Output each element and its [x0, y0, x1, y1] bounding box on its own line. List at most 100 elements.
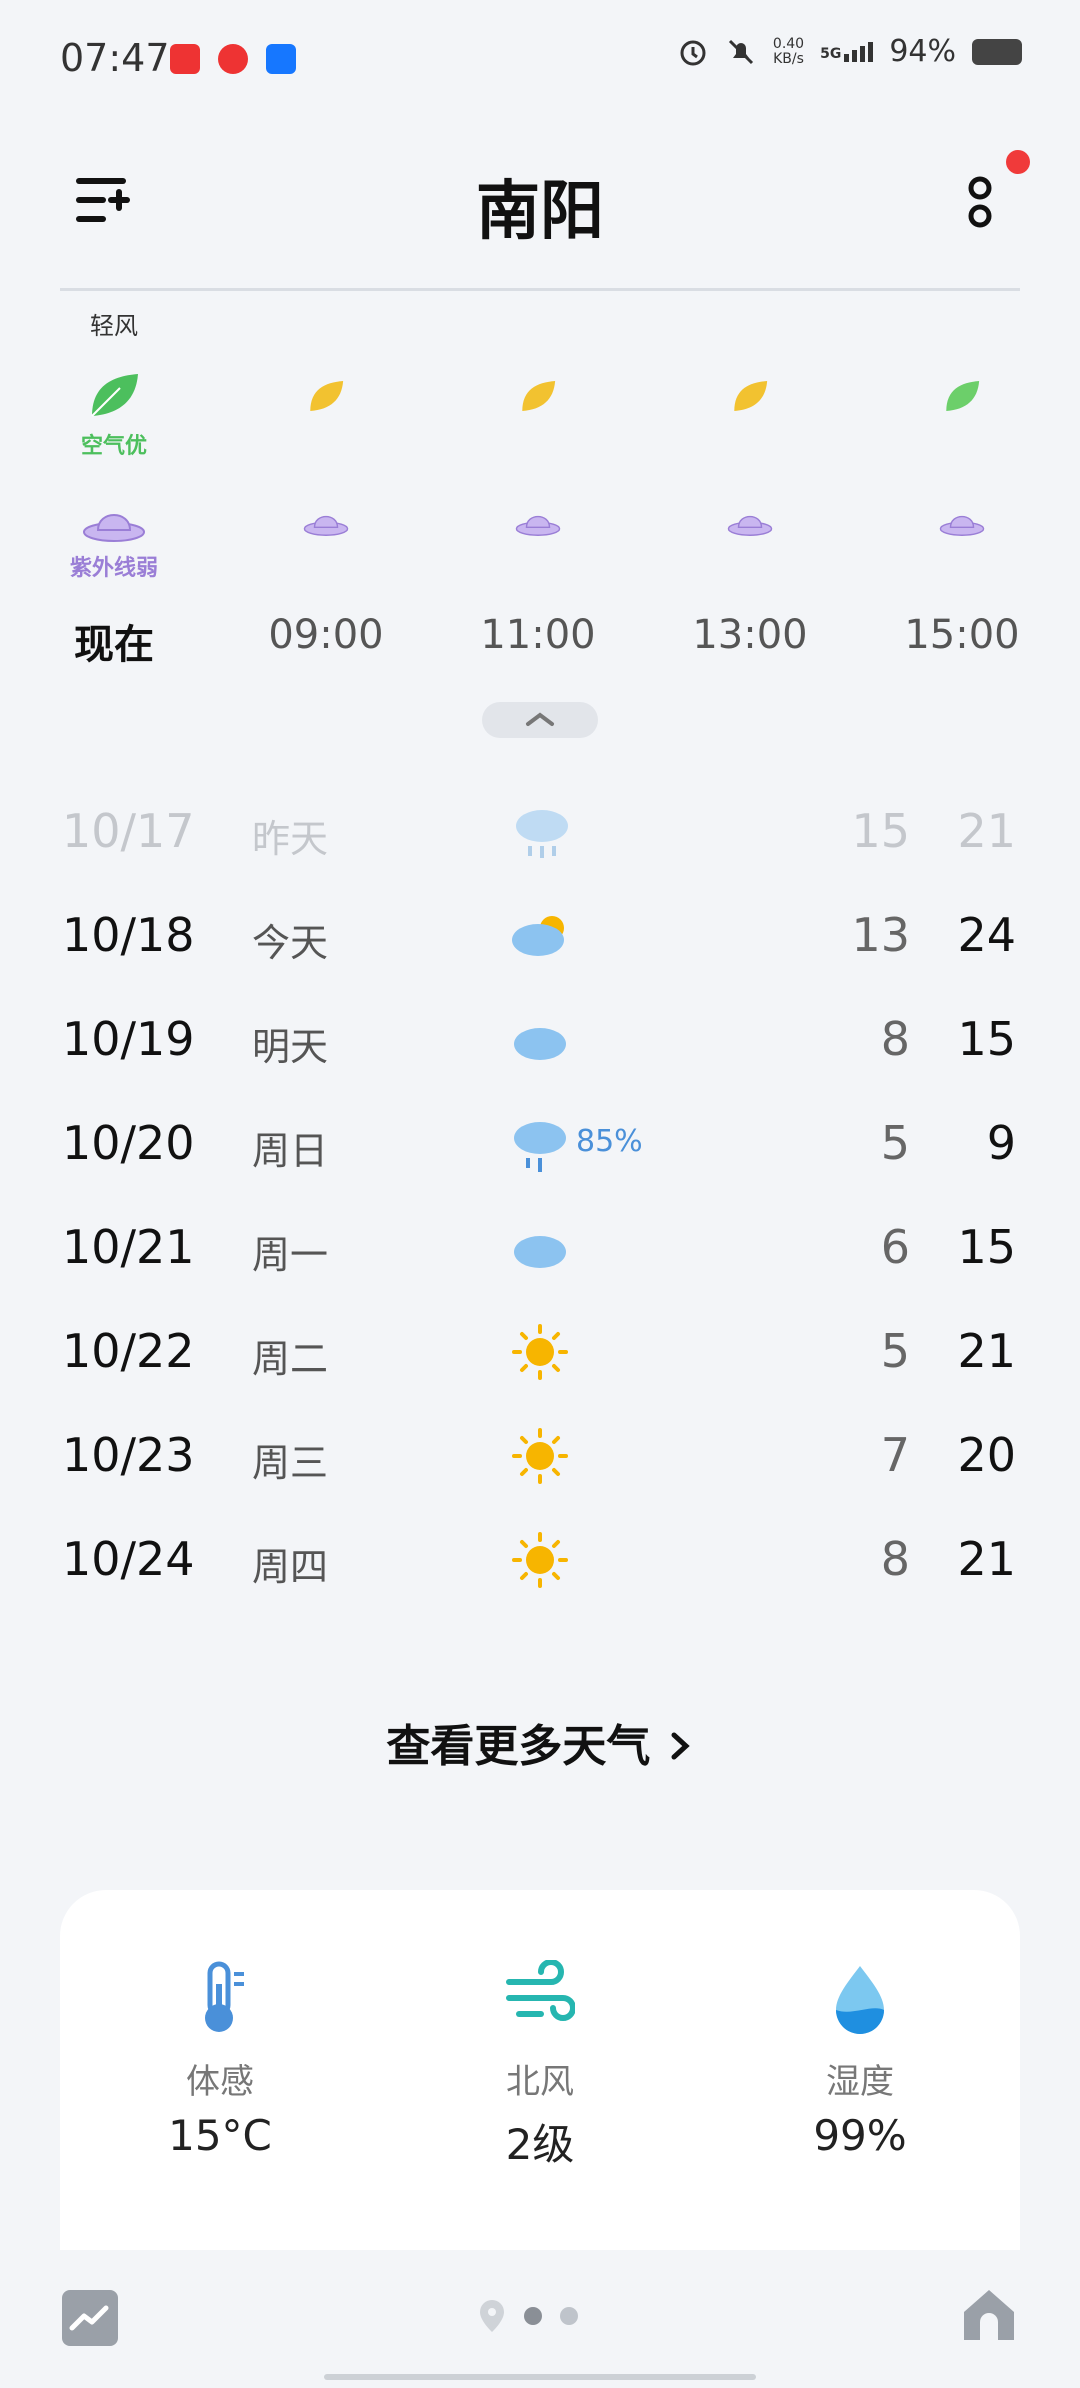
- more-weather-label: 查看更多天气: [386, 1721, 651, 1772]
- hour-label: 09:00: [268, 612, 384, 658]
- more-weather-link[interactable]: 查看更多天气: [0, 1710, 1080, 1774]
- air-quality-1100: [438, 378, 638, 418]
- page-indicator: [478, 2298, 578, 2334]
- rain-cloud-icon: [514, 1122, 566, 1172]
- air-quality-0900: [226, 378, 426, 418]
- wind-level-value: 2级: [505, 2120, 575, 2169]
- forecast-day: 周二: [252, 1337, 329, 1381]
- forecast-low: 5: [880, 1324, 910, 1378]
- page-dot-active: [524, 2307, 542, 2325]
- cloud-icon: [514, 1028, 566, 1060]
- forecast-row[interactable]: 10/23 周三 7 20: [0, 1404, 1080, 1508]
- humidity-metric: 湿度 99%: [710, 1960, 1010, 2160]
- location-pin-icon: [480, 2300, 504, 2332]
- wind-label: 轻风: [90, 312, 138, 340]
- home-icon: [964, 2290, 1014, 2340]
- feels-like-metric: 体感 15°C: [70, 1960, 370, 2160]
- forecast-low: 15: [851, 804, 910, 858]
- forecast-row[interactable]: 10/22 周二 5 21: [0, 1300, 1080, 1404]
- sun-icon: [512, 1428, 568, 1484]
- hat-icon: [303, 515, 349, 536]
- header-divider: [60, 288, 1020, 291]
- battery-percent: 94%: [889, 34, 956, 69]
- trend-button[interactable]: [62, 2290, 118, 2346]
- hour-label: 13:00: [692, 612, 808, 658]
- forecast-low: 7: [880, 1428, 910, 1482]
- uv-1100: [438, 508, 638, 542]
- leaf-icon: [310, 381, 344, 411]
- forecast-high: 24: [957, 908, 1016, 962]
- forecast-row[interactable]: 10/20 周日 85% 5 9: [0, 1092, 1080, 1196]
- status-time: 07:47: [60, 36, 170, 80]
- humidity-label: 湿度: [826, 2062, 894, 2102]
- sun-icon: [512, 1532, 568, 1588]
- more-dots-icon: [968, 176, 992, 228]
- forecast-date: 10/20: [62, 1116, 195, 1170]
- wind-direction-label: 北风: [506, 2062, 574, 2102]
- forecast-date: 10/23: [62, 1428, 195, 1482]
- precipitation-probability: 85%: [576, 1124, 643, 1159]
- mute-bell-icon: [728, 39, 753, 64]
- hat-icon: [727, 515, 773, 536]
- leaf-icon: [946, 381, 980, 411]
- forecast-day: 周四: [252, 1545, 329, 1589]
- signal-icon: 5G: [820, 41, 874, 62]
- city-title: 南阳: [476, 175, 604, 249]
- wind-icon: [506, 1960, 575, 2021]
- status-bar: 07:47 0.40 KB/s 5G 94%: [0, 0, 1080, 120]
- forecast-high: 20: [957, 1428, 1016, 1482]
- forecast-low: 6: [880, 1220, 910, 1274]
- alarm-icon: [680, 40, 706, 65]
- home-button[interactable]: [960, 2286, 1018, 2344]
- chevron-right-icon: [671, 1732, 690, 1760]
- chevron-up-icon: [526, 712, 554, 726]
- forecast-high: 15: [957, 1012, 1016, 1066]
- feels-like-value: 15°C: [168, 2111, 272, 2160]
- uv-label: 紫外线弱: [69, 556, 158, 581]
- air-quality-1500: [862, 378, 1062, 418]
- notification-icons: [170, 44, 296, 74]
- forecast-row[interactable]: 10/21 周一 6 15: [0, 1196, 1080, 1300]
- forecast-row[interactable]: 10/17 昨天 15 21: [0, 780, 1080, 884]
- forecast-date: 10/19: [62, 1012, 195, 1066]
- forecast-low: 8: [880, 1012, 910, 1066]
- forecast-high: 21: [957, 1324, 1016, 1378]
- forecast-low: 8: [880, 1532, 910, 1586]
- gesture-bar[interactable]: [324, 2374, 756, 2380]
- forecast-high: 15: [957, 1220, 1016, 1274]
- trend-chart-icon: [69, 2305, 109, 2331]
- forecast-row[interactable]: 10/19 明天 8 15: [0, 988, 1080, 1092]
- forecast-day: 明天: [252, 1025, 329, 1069]
- more-options-button[interactable]: [960, 170, 1000, 240]
- collapse-handle[interactable]: [482, 702, 598, 738]
- news-app-icon: [218, 44, 248, 74]
- leaf-icon: [522, 381, 556, 411]
- battery-icon: [972, 38, 1022, 65]
- feels-like-label: 体感: [186, 2062, 254, 2102]
- water-drop-icon: [836, 1966, 884, 2034]
- cloud-icon: [514, 1236, 566, 1268]
- partly-cloudy-icon: [512, 916, 564, 956]
- hat-icon: [515, 515, 561, 536]
- forecast-day: 周三: [252, 1441, 329, 1485]
- forecast-high: 9: [986, 1116, 1016, 1170]
- hour-label: 11:00: [480, 612, 596, 658]
- forecast-high: 21: [957, 1532, 1016, 1586]
- page-dot: [560, 2307, 578, 2325]
- forecast-row[interactable]: 10/24 周四 8 21: [0, 1508, 1080, 1612]
- hour-label-now: 现在: [74, 622, 154, 668]
- air-quality-1300: [650, 378, 850, 418]
- air-quality-now: 空气优: [14, 370, 214, 460]
- toutiao-app-icon: [170, 44, 200, 74]
- air-quality-label: 空气优: [80, 434, 147, 459]
- alipay-app-icon: [266, 44, 296, 74]
- forecast-day: 周日: [252, 1129, 329, 1173]
- forecast-row[interactable]: 10/18 今天 13 24: [0, 884, 1080, 988]
- notification-dot: [1006, 150, 1030, 174]
- forecast-date: 10/17: [62, 804, 195, 858]
- forecast-low: 5: [880, 1116, 910, 1170]
- rain-cloud-icon: [516, 810, 568, 858]
- hour-label: 15:00: [904, 612, 1020, 658]
- uv-now: 紫外线弱: [14, 504, 214, 582]
- forecast-date: 10/18: [62, 908, 195, 962]
